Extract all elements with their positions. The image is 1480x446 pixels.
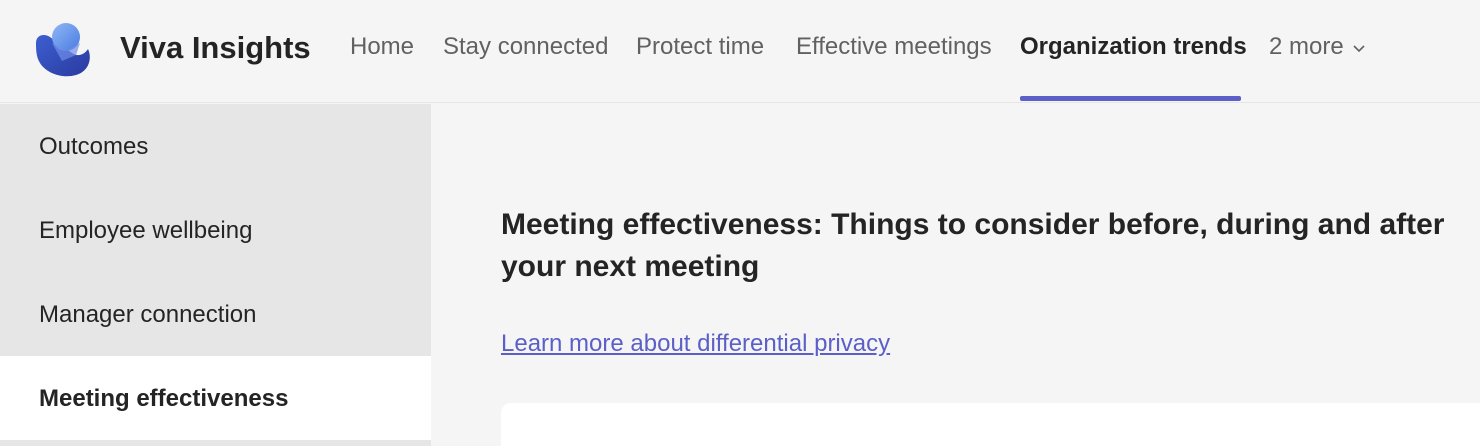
sidebar-item-label: Meeting effectiveness <box>39 385 289 412</box>
sidebar: Outcomes Employee wellbeing Manager conn… <box>0 104 431 446</box>
app-title: Viva Insights <box>120 30 311 65</box>
tab-stay-connected[interactable]: Stay connected <box>443 33 608 61</box>
sidebar-item-label: Employee wellbeing <box>39 217 253 244</box>
tab-home[interactable]: Home <box>350 33 414 61</box>
sidebar-item-outcomes[interactable]: Outcomes <box>0 104 431 188</box>
app-header: Viva Insights Home Stay connected Protec… <box>0 0 1480 103</box>
tab-effective-meetings[interactable]: Effective meetings <box>796 33 992 61</box>
viva-insights-logo[interactable] <box>32 21 94 79</box>
sidebar-item-employee-wellbeing[interactable]: Employee wellbeing <box>0 188 431 272</box>
tab-more-label: 2 more <box>1269 33 1344 60</box>
sidebar-item-meeting-effectiveness[interactable]: Meeting effectiveness <box>0 356 431 440</box>
tab-more[interactable]: 2 more <box>1269 33 1366 61</box>
main-content: Meeting effectiveness: Things to conside… <box>431 104 1480 446</box>
tab-protect-time[interactable]: Protect time <box>636 33 764 61</box>
sidebar-item-label: Manager connection <box>39 301 257 328</box>
tab-organization-trends[interactable]: Organization trends <box>1020 33 1247 61</box>
differential-privacy-link[interactable]: Learn more about differential privacy <box>501 330 890 358</box>
sidebar-item-label: Outcomes <box>39 133 149 160</box>
sidebar-item-manager-connection[interactable]: Manager connection <box>0 272 431 356</box>
content-card <box>501 403 1480 446</box>
chevron-down-icon <box>1353 45 1365 52</box>
page-title: Meeting effectiveness: Things to conside… <box>501 208 1445 283</box>
active-tab-indicator <box>1020 96 1241 101</box>
